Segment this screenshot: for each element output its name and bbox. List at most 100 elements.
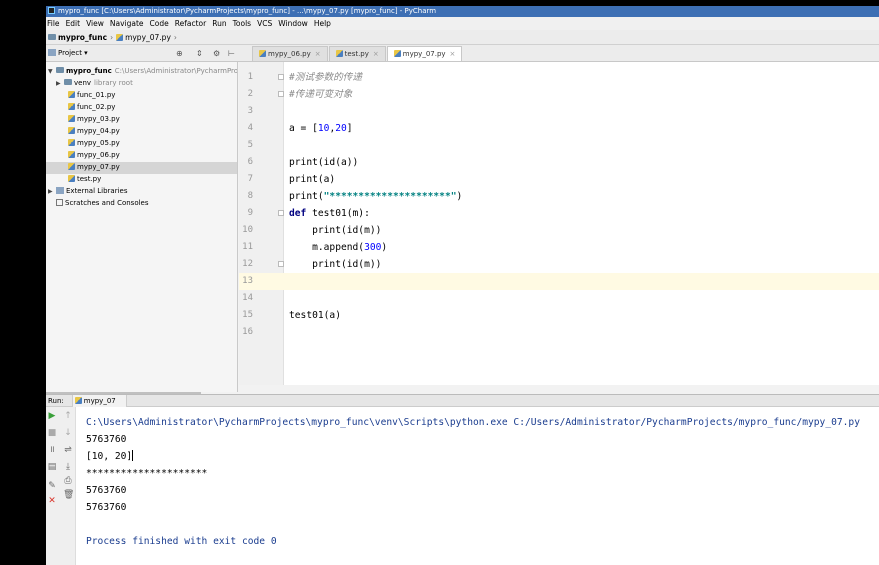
code-line-5[interactable]: 5	[239, 137, 879, 154]
code-line-7[interactable]: 7 print(a)	[239, 171, 879, 188]
menu-help[interactable]: Help	[314, 19, 331, 28]
breadcrumb-file[interactable]: mypy_07.py	[125, 33, 171, 42]
menu-vcs[interactable]: VCS	[257, 19, 272, 28]
editor-tabs: mypy_06.py × test.py × mypy_07.py ×	[252, 46, 463, 62]
code-line-12[interactable]: 12 print(id(m))	[239, 256, 879, 273]
tree-item-scratches[interactable]: Scratches and Consoles	[46, 198, 237, 210]
close-icon[interactable]: ×	[315, 50, 321, 58]
fold-icon[interactable]	[278, 261, 284, 267]
tree-item-file-selected[interactable]: mypy_07.py	[46, 162, 237, 174]
code-line-16[interactable]: 16	[239, 324, 879, 341]
tab-mypy-06[interactable]: mypy_06.py ×	[252, 46, 328, 61]
layout-icon[interactable]: ▤	[47, 462, 57, 472]
console-command-line: C:\Users\Administrator\PycharmProjects\m…	[86, 417, 860, 428]
python-file-icon	[393, 50, 401, 57]
code-line-10[interactable]: 10 print(id(m))	[239, 222, 879, 239]
trash-icon[interactable]: 🗑	[63, 490, 74, 500]
close-icon[interactable]: ×	[373, 50, 379, 58]
tree-item-file[interactable]: func_02.py	[46, 102, 237, 114]
console-output-line: 5763760	[86, 485, 127, 496]
collapse-icon[interactable]: ⇕	[196, 49, 203, 58]
python-file-icon	[335, 50, 343, 57]
gear-icon[interactable]: ⚙	[213, 49, 220, 58]
tab-test[interactable]: test.py ×	[328, 46, 386, 61]
scroll-end-icon[interactable]: ⤓	[63, 462, 73, 472]
menu-edit[interactable]: Edit	[66, 19, 81, 28]
console-output-line: 5763760	[86, 434, 127, 445]
menu-tools[interactable]: Tools	[233, 19, 251, 28]
project-view-selector[interactable]: Project ▾	[48, 48, 88, 59]
print-icon[interactable]: ⎙	[63, 476, 73, 486]
code-line-1[interactable]: 1 #测试参数的传递	[239, 69, 879, 86]
tree-item-file[interactable]: mypy_06.py	[46, 150, 237, 162]
console-output-line: *********************	[86, 468, 208, 479]
run-label: Run:	[48, 397, 64, 405]
tree-item-file[interactable]: test.py	[46, 174, 237, 186]
tree-item-file[interactable]: mypy_03.py	[46, 114, 237, 126]
fold-icon[interactable]	[278, 210, 284, 216]
chevron-right-icon: ▶	[56, 80, 61, 87]
arrow-down-icon[interactable]: ↓	[63, 428, 73, 438]
code-line-6[interactable]: 6 print(id(a))	[239, 154, 879, 171]
code-line-9[interactable]: 9 def test01(m):	[239, 205, 879, 222]
code-line-14[interactable]: 14	[239, 290, 879, 307]
code-editor[interactable]: 1 #测试参数的传递 2 #传递可变对象 3 4 a = [10,20] 5 6…	[239, 62, 879, 385]
breadcrumb-project[interactable]: mypro_func	[58, 33, 107, 42]
code-line-8[interactable]: 8 print("*********************")	[239, 188, 879, 205]
console-output-line: [10, 20]	[86, 450, 134, 462]
fold-icon[interactable]	[278, 74, 284, 80]
menu-window[interactable]: Window	[278, 19, 308, 28]
scratch-icon	[56, 199, 63, 206]
pin-icon[interactable]: ✎	[47, 481, 57, 491]
close-icon[interactable]: ×	[450, 50, 456, 58]
tree-item-file[interactable]: mypy_04.py	[46, 126, 237, 138]
menu-file[interactable]: File	[47, 19, 60, 28]
chevron-right-icon: ▶	[48, 188, 53, 195]
menu-run[interactable]: Run	[212, 19, 226, 28]
chevron-down-icon: ▼	[48, 68, 53, 75]
python-file-icon	[259, 50, 266, 57]
code-line-11[interactable]: 11 m.append(300)	[239, 239, 879, 256]
library-icon	[56, 187, 64, 194]
code-line-4[interactable]: 4 a = [10,20]	[239, 120, 879, 137]
run-tab-mypy-07[interactable]: mypy_07	[71, 395, 127, 407]
arrow-up-icon[interactable]: ↑	[63, 411, 73, 421]
menu-code[interactable]: Code	[150, 19, 169, 28]
window-title: mypro_func [C:\Users\Administrator\Pycha…	[58, 7, 437, 15]
code-line-15[interactable]: 15 test01(a)	[239, 307, 879, 324]
text-caret	[132, 450, 134, 461]
pause-icon[interactable]: ॥	[47, 445, 57, 455]
menu-refactor[interactable]: Refactor	[175, 19, 206, 28]
soft-wrap-icon[interactable]: ⇌	[63, 445, 73, 455]
python-file-icon	[68, 163, 75, 170]
stop-icon[interactable]: ■	[47, 428, 57, 438]
fold-icon[interactable]	[278, 91, 284, 97]
tree-item-file[interactable]: mypy_05.py	[46, 138, 237, 150]
project-icon	[48, 49, 56, 56]
code-line-2[interactable]: 2 #传递可变对象	[239, 86, 879, 103]
menu-navigate[interactable]: Navigate	[110, 19, 144, 28]
chevron-right-icon: ›	[173, 33, 177, 42]
tree-item-file[interactable]: func_01.py	[46, 90, 237, 102]
tab-mypy-07[interactable]: mypy_07.py ×	[386, 46, 463, 61]
project-tree: ▼ mypro_func C:\Users\Administrator\Pychar…	[46, 62, 238, 392]
globe-icon[interactable]: ⊕	[176, 49, 183, 58]
hide-icon[interactable]: ⊢	[228, 49, 235, 58]
editor-bottom-strip	[239, 385, 879, 392]
tree-item-venv[interactable]: ▶ venv library root	[46, 78, 237, 90]
close-icon[interactable]: ✕	[47, 496, 57, 506]
tool-header: Project ▾ ⊕ ⇕ ⚙ ⊢ mypy_06.py × test.py × m…	[46, 45, 879, 62]
code-line-13-current[interactable]: 13	[239, 273, 879, 290]
run-console[interactable]: C:\Users\Administrator\PycharmProjects\m…	[76, 407, 879, 565]
tree-item-root[interactable]: ▼ mypro_func C:\Users\Administrator\Pychar…	[46, 66, 237, 78]
python-file-icon	[68, 151, 75, 158]
run-toolwindow-header: Run: mypy_07	[46, 394, 879, 407]
console-exit-line: Process finished with exit code 0	[86, 536, 277, 547]
menu-view[interactable]: View	[86, 19, 104, 28]
navigation-bar: mypro_func › mypy_07.py ›	[46, 30, 879, 45]
tree-item-external-libraries[interactable]: ▶ External Libraries	[46, 186, 237, 198]
rerun-icon[interactable]: ▶	[47, 411, 57, 421]
code-line-3[interactable]: 3	[239, 103, 879, 120]
python-file-icon	[74, 397, 82, 404]
pycharm-icon	[48, 7, 55, 14]
